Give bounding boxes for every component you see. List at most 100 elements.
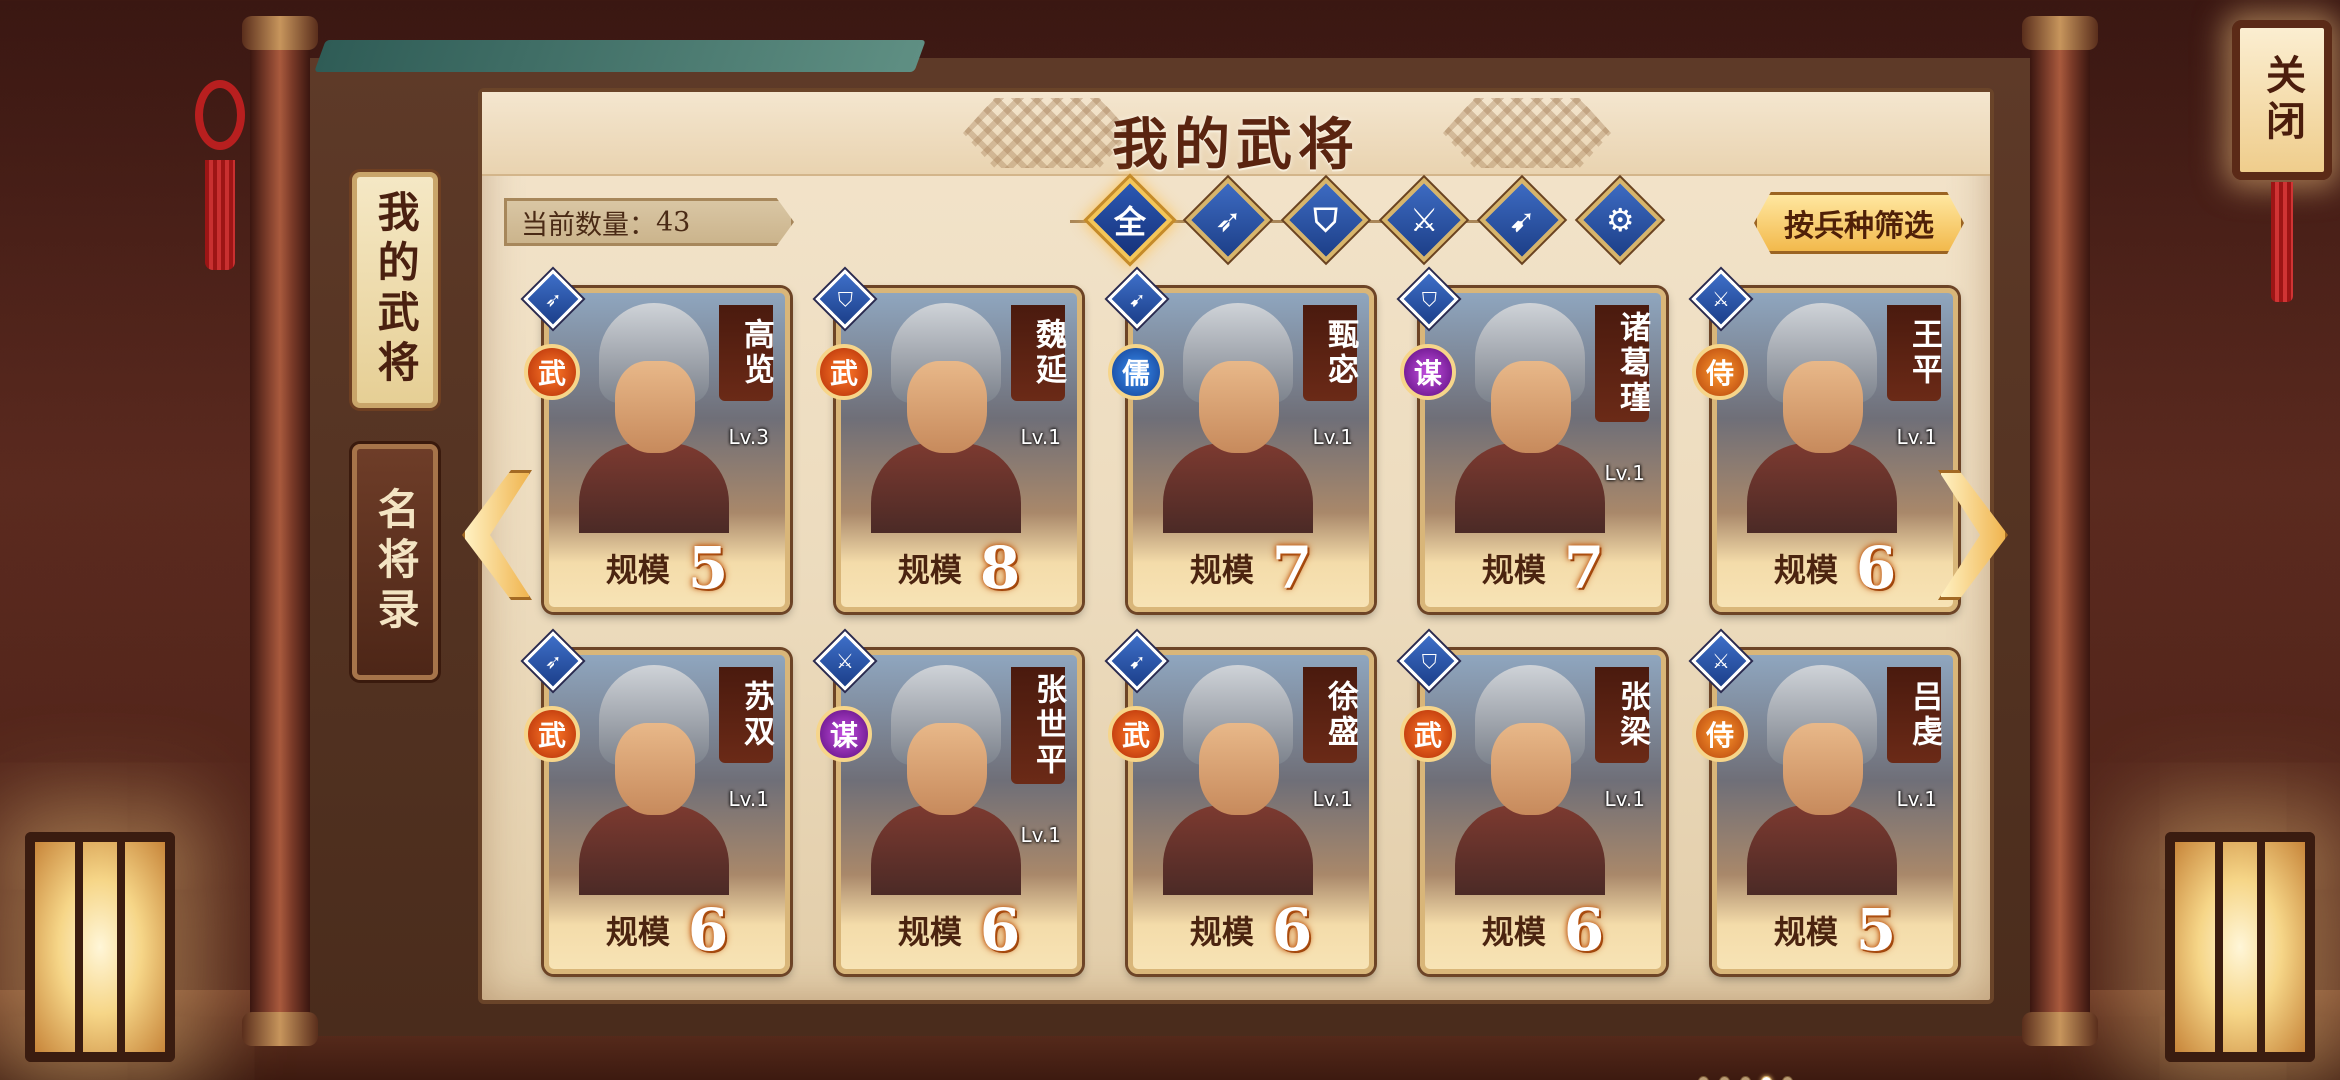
scale-value: 6 <box>979 896 1021 964</box>
general-name: 张梁 <box>1595 667 1650 763</box>
filter-cavalry-button[interactable]: ➶ <box>1185 177 1271 263</box>
close-label: 关闭 <box>2259 54 2306 146</box>
filter-shield-button[interactable]: ⛉ <box>1283 177 1369 263</box>
page-dot[interactable] <box>1740 1076 1751 1080</box>
card-frame: 张世平 Lv.1 规模 6 <box>836 650 1082 974</box>
class-badge: 武 <box>1108 706 1164 762</box>
general-level: Lv.3 <box>728 425 769 449</box>
scale-label: 规模 <box>897 913 962 951</box>
general-name: 张世平 <box>1011 667 1066 784</box>
general-name: 吕虔 <box>1887 667 1942 763</box>
general-portrait <box>1747 303 1897 533</box>
class-badge: 武 <box>816 344 872 400</box>
class-badge: 谋 <box>1400 344 1456 400</box>
scale-value: 7 <box>1563 534 1605 602</box>
tab-my-generals[interactable]: 我的武将 <box>352 172 438 408</box>
unit-type-filters: 全 ➶ ⛉ ⚔ ➹ ⚙ <box>1070 177 1688 263</box>
card-frame: 魏延 Lv.1 规模 8 <box>836 288 1082 612</box>
count-value: 43 <box>656 206 691 238</box>
scale-label: 规模 <box>605 551 670 589</box>
general-level: Lv.1 <box>1604 787 1645 811</box>
general-card[interactable]: 张世平 Lv.1 规模 6 ⚔ 谋 <box>815 631 1082 974</box>
general-name: 苏双 <box>719 667 774 763</box>
class-badge: 儒 <box>1108 344 1164 400</box>
filter-siege-button[interactable]: ⚙ <box>1577 177 1663 263</box>
page-title: 我的武将 <box>1112 112 1360 178</box>
class-badge: 侍 <box>1692 344 1748 400</box>
filter-spear-button[interactable]: ⚔ <box>1381 177 1467 263</box>
card-frame: 王平 Lv.1 规模 6 <box>1712 288 1958 612</box>
page-indicator <box>1698 1076 1793 1080</box>
scale-row: 规模 5 <box>1717 896 1953 964</box>
scale-label: 规模 <box>605 913 670 951</box>
filter-siege-icon: ⚙ <box>1605 201 1635 239</box>
close-button[interactable]: 关闭 <box>2232 20 2332 180</box>
general-portrait <box>871 303 1021 533</box>
title-bar: 我的武将 <box>482 92 1990 178</box>
floor-lantern-right <box>2165 832 2315 1062</box>
page-dot[interactable] <box>1698 1076 1709 1080</box>
general-card[interactable]: 吕虔 Lv.1 规模 5 ⚔ 侍 <box>1691 631 1958 974</box>
card-frame: 苏双 Lv.1 规模 6 <box>544 650 790 974</box>
card-frame: 吕虔 Lv.1 规模 5 <box>1712 650 1958 974</box>
general-portrait <box>579 665 729 895</box>
page-dot[interactable] <box>1719 1076 1730 1080</box>
generals-grid: 高览 Lv.3 规模 5 ➶ 武魏延 Lv.1 规模 8 ⛉ 武甄宓 Lv.1 规模 7 ➹ 儒诸葛瑾 Lv.1… <box>523 269 1958 974</box>
scale-row: 规模 8 <box>841 534 1077 602</box>
general-card[interactable]: 张梁 Lv.1 规模 6 ⛉ 武 <box>1399 631 1666 974</box>
filter-cavalry-icon: ➶ <box>1214 201 1242 239</box>
general-level: Lv.1 <box>1604 461 1645 485</box>
general-level: Lv.1 <box>1312 425 1353 449</box>
scale-row: 规模 7 <box>1133 534 1369 602</box>
scale-value: 6 <box>1563 896 1605 964</box>
general-name: 甄宓 <box>1303 305 1358 401</box>
general-card[interactable]: 徐盛 Lv.1 规模 6 ➹ 武 <box>1107 631 1374 974</box>
general-level: Lv.1 <box>1020 425 1061 449</box>
filter-shield-icon: ⛉ <box>1313 200 1339 239</box>
scale-value: 6 <box>1855 534 1897 602</box>
general-name: 高览 <box>719 305 774 401</box>
tab-famous-generals[interactable]: 名将录 <box>352 444 438 680</box>
scale-value: 7 <box>1271 534 1313 602</box>
filter-bow-button[interactable]: ➹ <box>1479 177 1565 263</box>
general-level: Lv.1 <box>1020 823 1061 847</box>
scale-value: 6 <box>1271 896 1313 964</box>
general-level: Lv.1 <box>1896 787 1937 811</box>
general-card[interactable]: 魏延 Lv.1 规模 8 ⛉ 武 <box>815 269 1082 612</box>
general-portrait <box>871 665 1021 895</box>
general-name: 魏延 <box>1011 305 1066 401</box>
generals-panel: 我的武将 当前数量： 43 全 ➶ ⛉ ⚔ ➹ ⚙ 按兵种筛选 高览 Lv.3 规模 5 ➶ 武魏延… <box>478 88 1994 1080</box>
page-dot[interactable] <box>1761 1076 1772 1080</box>
general-card[interactable]: 苏双 Lv.1 规模 6 ➶ 武 <box>523 631 790 974</box>
scale-row: 规模 7 <box>1425 534 1661 602</box>
scroll-ribbon <box>314 40 926 72</box>
general-card[interactable]: 甄宓 Lv.1 规模 7 ➹ 儒 <box>1107 269 1374 612</box>
scale-label: 规模 <box>1773 913 1838 951</box>
scale-label: 规模 <box>1481 913 1546 951</box>
general-name: 诸葛瑾 <box>1595 305 1650 422</box>
scale-value: 6 <box>687 896 729 964</box>
scale-row: 规模 6 <box>1133 896 1369 964</box>
scale-value: 5 <box>1855 896 1897 964</box>
class-badge: 侍 <box>1692 706 1748 762</box>
filter-all-icon: 全 <box>1113 202 1147 241</box>
class-badge: 谋 <box>816 706 872 762</box>
general-card[interactable]: 诸葛瑾 Lv.1 规模 7 ⛉ 谋 <box>1399 269 1666 612</box>
scale-label: 规模 <box>897 551 962 589</box>
general-card[interactable]: 高览 Lv.3 规模 5 ➶ 武 <box>523 269 790 612</box>
card-frame: 甄宓 Lv.1 规模 7 <box>1128 288 1374 612</box>
general-count: 当前数量： 43 <box>504 198 794 246</box>
page-dot[interactable] <box>1782 1076 1793 1080</box>
class-badge: 武 <box>524 706 580 762</box>
scale-label: 规模 <box>1773 551 1838 589</box>
filter-by-unit-button[interactable]: 按兵种筛选 <box>1754 192 1964 254</box>
scale-value: 5 <box>687 534 729 602</box>
card-frame: 高览 Lv.3 规模 5 <box>544 288 790 612</box>
general-portrait <box>1163 303 1313 533</box>
scale-label: 规模 <box>1189 551 1254 589</box>
filter-bow-icon: ➹ <box>1508 201 1536 239</box>
general-portrait <box>579 303 729 533</box>
general-card[interactable]: 王平 Lv.1 规模 6 ⚔ 侍 <box>1691 269 1958 612</box>
filter-all-button[interactable]: 全 <box>1087 177 1173 263</box>
scale-row: 规模 6 <box>549 896 785 964</box>
